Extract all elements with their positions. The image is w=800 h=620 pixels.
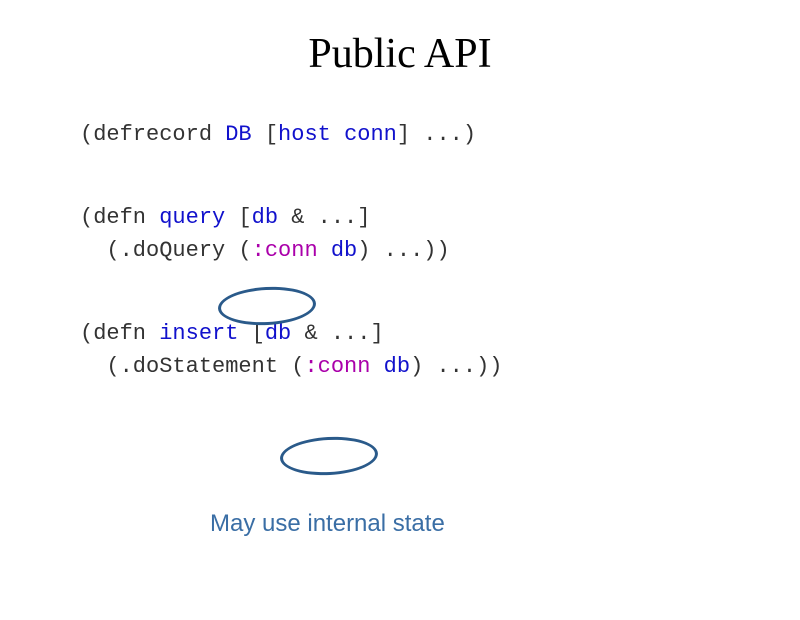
- keyword-defn: defn: [93, 205, 146, 230]
- close: ] ...): [397, 122, 476, 147]
- param-db: db: [331, 238, 357, 263]
- rest-args: & ...]: [278, 205, 370, 230]
- space: [146, 321, 159, 346]
- param-conn: conn: [344, 122, 397, 147]
- close: ) ...)): [410, 354, 502, 379]
- bracket-open: [: [252, 122, 278, 147]
- fn-name-query: query: [159, 205, 225, 230]
- keyword-conn: :conn: [304, 354, 370, 379]
- param-db: db: [384, 354, 410, 379]
- bracket-open: [: [225, 205, 251, 230]
- param-db: db: [265, 321, 291, 346]
- slide-title: Public API: [80, 30, 720, 78]
- space: [146, 205, 159, 230]
- param-db: db: [252, 205, 278, 230]
- code-insert: (defn insert [db & ...] (.doStatement (:…: [80, 317, 720, 383]
- paren-open: (: [80, 205, 93, 230]
- close: ) ...)): [357, 238, 449, 263]
- param-host: host: [278, 122, 331, 147]
- paren-open: (: [80, 122, 93, 147]
- code-defrecord: (defrecord DB [host conn] ...): [80, 118, 720, 151]
- handwritten-annotation: May use internal state: [210, 510, 445, 538]
- fn-name-insert: insert: [159, 321, 238, 346]
- bracket-open: [: [238, 321, 264, 346]
- keyword-defn: defn: [93, 321, 146, 346]
- space: [318, 238, 331, 263]
- method-call: (.doQuery (: [80, 238, 252, 263]
- rest-args: & ...]: [291, 321, 383, 346]
- keyword-conn: :conn: [252, 238, 318, 263]
- record-name: DB: [225, 122, 251, 147]
- space: [331, 122, 344, 147]
- code-query: (defn query [db & ...] (.doQuery (:conn …: [80, 201, 720, 267]
- space: [212, 122, 225, 147]
- paren-open: (: [80, 321, 93, 346]
- slide-container: Public API (defrecord DB [host conn] ...…: [0, 0, 800, 463]
- method-call: (.doStatement (: [80, 354, 304, 379]
- space: [370, 354, 383, 379]
- keyword-defrecord: defrecord: [93, 122, 212, 147]
